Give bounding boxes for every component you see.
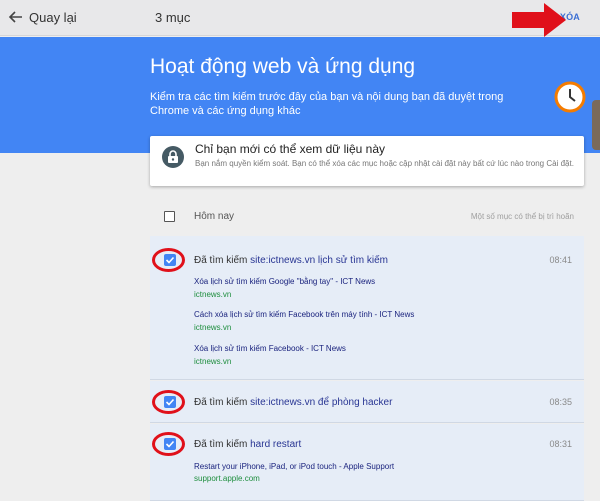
item-title: Đã tìm kiếm site:ictnews.vn để phòng hac… bbox=[194, 397, 392, 408]
edge-decoration bbox=[592, 100, 600, 150]
red-arrow-annotation bbox=[512, 3, 566, 37]
item-checkbox[interactable] bbox=[164, 396, 176, 408]
item-time: 08:31 bbox=[549, 439, 572, 449]
result-link[interactable]: Cách xóa lịch sử tìm kiếm Facebook trên … bbox=[194, 310, 414, 319]
activity-item: Đã tìm kiếm site:ictnews.vn lịch sử tìm … bbox=[150, 236, 584, 380]
result-domain: support.apple.com bbox=[194, 474, 260, 483]
select-day-checkbox[interactable] bbox=[164, 211, 175, 222]
result-domain: ictnews.vn bbox=[194, 357, 232, 366]
result-link[interactable]: Xóa lịch sử tìm kiếm Facebook - ICT News bbox=[194, 344, 346, 353]
privacy-title: Chỉ bạn mới có thể xem dữ liệu này bbox=[195, 142, 385, 156]
result-link[interactable]: Restart your iPhone, iPad, or iPod touch… bbox=[194, 462, 394, 471]
result-link[interactable]: Xóa lịch sử tìm kiếm Google "bằng tay" -… bbox=[194, 277, 375, 286]
item-prefix: Đã tìm kiếm bbox=[194, 439, 248, 450]
item-time: 08:35 bbox=[549, 397, 572, 407]
item-query-link[interactable]: hard restart bbox=[250, 439, 301, 450]
page-title: Hoạt động web và ứng dụng bbox=[150, 55, 416, 78]
day-group-header: Hôm nay Một số mục có thể bị trì hoãn bbox=[150, 200, 584, 232]
result-domain: ictnews.vn bbox=[194, 323, 232, 332]
item-checkbox[interactable] bbox=[164, 254, 176, 266]
clock-icon bbox=[554, 81, 586, 113]
item-title: Đã tìm kiếm hard restart bbox=[194, 439, 301, 450]
item-prefix: Đã tìm kiếm bbox=[194, 255, 248, 266]
activity-item: Đã tìm kiếm hard restart 08:31 Restart y… bbox=[150, 424, 584, 501]
delay-note: Một số mục có thể bị trì hoãn bbox=[470, 212, 574, 221]
item-query-link[interactable]: site:ictnews.vn lịch sử tìm kiếm bbox=[250, 255, 388, 266]
back-arrow-icon[interactable] bbox=[8, 9, 24, 25]
selected-count: 3 mục bbox=[155, 10, 191, 25]
activity-item: Đã tìm kiếm site:ictnews.vn để phòng hac… bbox=[150, 381, 584, 423]
privacy-card: Chỉ bạn mới có thể xem dữ liệu này Bạn n… bbox=[150, 136, 584, 186]
back-button[interactable]: Quay lại bbox=[29, 10, 77, 25]
item-prefix: Đã tìm kiếm bbox=[194, 397, 248, 408]
item-time: 08:41 bbox=[549, 255, 572, 265]
page-description: Kiểm tra các tìm kiếm trước đây của bạn … bbox=[150, 91, 504, 117]
item-checkbox[interactable] bbox=[164, 438, 176, 450]
result-domain: ictnews.vn bbox=[194, 290, 232, 299]
privacy-description: Bạn nắm quyền kiểm soát. Bạn có thể xóa … bbox=[195, 159, 574, 168]
day-label: Hôm nay bbox=[194, 211, 235, 222]
lock-icon bbox=[162, 146, 184, 168]
item-title: Đã tìm kiếm site:ictnews.vn lịch sử tìm … bbox=[194, 255, 388, 266]
item-query-link[interactable]: site:ictnews.vn để phòng hacker bbox=[250, 397, 392, 408]
